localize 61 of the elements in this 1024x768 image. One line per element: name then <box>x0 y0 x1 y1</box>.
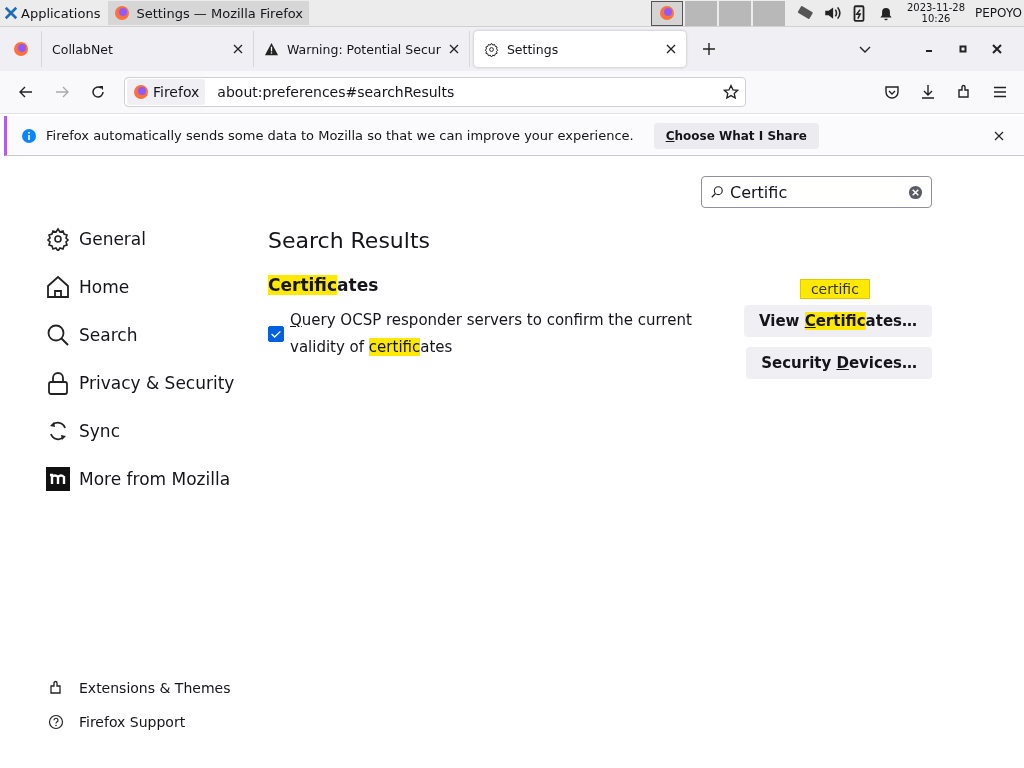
choose-what-i-share-button[interactable]: Choose What I Share <box>653 122 819 149</box>
page-heading: Search Results <box>268 228 431 253</box>
workspace-button[interactable] <box>650 0 683 26</box>
sidebar-item[interactable]: Home <box>46 274 268 300</box>
clear-icon[interactable] <box>908 184 923 200</box>
sidebar-item[interactable]: More from Mozilla <box>46 466 268 492</box>
volume-icon[interactable] <box>822 4 841 22</box>
download-icon[interactable] <box>920 84 936 100</box>
back-icon[interactable] <box>18 84 34 100</box>
reload-icon[interactable] <box>90 84 106 100</box>
search-field[interactable]: Certific <box>701 176 932 208</box>
help-icon <box>48 714 64 730</box>
firefox-icon <box>12 41 29 57</box>
puzzle-icon <box>48 680 64 696</box>
firefox-icon <box>133 84 149 100</box>
sidebar-item[interactable]: General <box>46 226 268 252</box>
notification-message: Firefox automatically sends some data to Mozilla so that we can improve your experience. <box>46 128 634 143</box>
identity-box[interactable]: Firefox <box>127 79 206 105</box>
search-tooltip: certific <box>799 279 870 299</box>
taskbar-button[interactable]: Settings — Mozilla Firefox <box>108 1 309 25</box>
close-icon[interactable] <box>665 44 676 54</box>
applications-menu[interactable]: Applications <box>21 5 101 21</box>
close-icon[interactable] <box>233 44 243 54</box>
search-icon <box>46 323 70 347</box>
browser-tab[interactable]: Settings <box>473 31 686 67</box>
home-icon <box>46 275 70 299</box>
firefox-icon <box>658 5 675 21</box>
sidebar-link[interactable]: Extensions & Themes <box>46 680 268 696</box>
checkbox[interactable] <box>268 326 284 342</box>
search-text: Certific <box>730 182 788 202</box>
close-icon[interactable] <box>990 42 1004 56</box>
view-certificates-button[interactable]: View Certificates… <box>743 305 932 337</box>
clock[interactable]: 2023-11-28 10:26 <box>906 2 966 24</box>
gear-icon <box>46 227 70 251</box>
sidebar-link[interactable]: Firefox Support <box>46 714 268 730</box>
url-text: about:preferences#searchResults <box>217 84 455 100</box>
puzzle-icon[interactable] <box>956 84 972 100</box>
sidebar-item[interactable]: Privacy & Security <box>46 370 268 396</box>
browser-tab[interactable]: Warning: Potential Secur <box>254 31 470 67</box>
close-icon[interactable] <box>448 44 459 54</box>
pocket-icon[interactable] <box>884 84 900 100</box>
firefox-icon <box>114 5 131 21</box>
security-devices-button[interactable]: Security Devices… <box>746 347 932 379</box>
lock-icon <box>46 371 70 395</box>
identity-label: Firefox <box>153 84 200 100</box>
warning-icon <box>264 41 279 57</box>
address-bar[interactable]: Firefox about:preferences#searchResults <box>124 77 746 107</box>
mozilla-logo <box>46 467 70 491</box>
gear-icon <box>483 41 499 57</box>
checkbox-label[interactable]: Query OCSP responder servers to confirm the current validity of certificates <box>290 307 710 361</box>
xfce-icon[interactable] <box>4 6 18 20</box>
star-icon[interactable] <box>723 84 739 100</box>
user-name[interactable]: PEPOYO <box>975 6 1022 20</box>
search-icon <box>710 185 724 199</box>
browser-tab[interactable]: CollabNet <box>42 31 254 67</box>
sidebar-item[interactable]: Search <box>46 322 268 348</box>
new-tab-icon[interactable] <box>701 42 716 56</box>
sidebar-item[interactable]: Sync <box>46 418 268 444</box>
menu-icon[interactable] <box>992 84 1008 100</box>
close-icon[interactable] <box>994 130 1004 141</box>
info-icon <box>21 127 37 144</box>
